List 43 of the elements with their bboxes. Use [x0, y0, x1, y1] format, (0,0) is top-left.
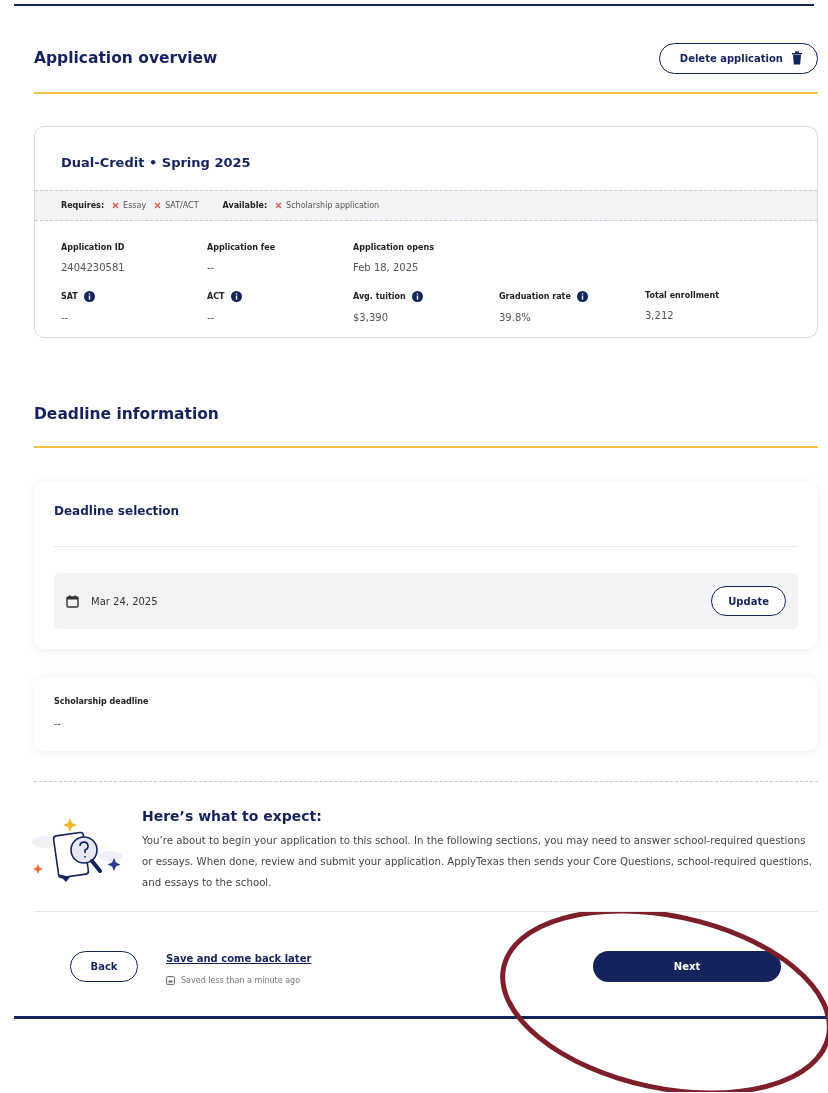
available-label: Available: — [222, 201, 268, 210]
delete-application-button[interactable]: Delete application — [658, 42, 818, 74]
requirement-text: SAT/ACT — [165, 201, 199, 210]
fact-value: 3,212 — [645, 310, 675, 321]
fact-label: Avg. tuition — [353, 292, 406, 301]
fact-value: -- — [207, 312, 216, 323]
fact-value: 39.8% — [499, 312, 532, 323]
next-button[interactable]: Next — [593, 950, 781, 982]
scholarship-label: Scholarship deadline — [54, 697, 150, 706]
fact-label: Application fee — [207, 243, 276, 252]
fact-label: SAT — [61, 292, 78, 301]
info-icon[interactable] — [83, 291, 95, 302]
fact-value: $3,390 — [353, 312, 389, 323]
fact-label: Application opens — [353, 243, 434, 252]
info-paragraph: You’re about to begin your application to this school. In the following sections, you may need to answer school-required questions or essays. When done, review and submit your application. ApplyTexas then sends your Core Questions, school-required questions, and essays to the school. — [142, 834, 814, 890]
deadline-date: Mar 24, 2025 — [91, 595, 159, 607]
fact-value: -- — [61, 312, 70, 323]
requirement-text: Essay — [123, 201, 147, 210]
section-title: Deadline information — [34, 405, 219, 423]
info-icon[interactable] — [411, 291, 423, 302]
section-title: Application overview — [34, 49, 218, 67]
saved-status: Saved less than a minute ago — [181, 976, 301, 985]
save-link[interactable]: Save and come back later — [166, 953, 312, 964]
fact-value: Feb 18, 2025 — [353, 262, 420, 273]
fact-label: Total enrollment — [645, 291, 719, 300]
scholarship-value: -- — [54, 718, 63, 729]
available-text: Scholarship application — [286, 201, 380, 210]
info-icon[interactable] — [230, 291, 242, 302]
info-heading: Here’s what to expect: — [142, 808, 323, 824]
card-title: Deadline selection — [54, 504, 181, 518]
fact-value: -- — [207, 262, 216, 273]
calendar-icon — [66, 594, 79, 608]
back-button[interactable]: Back — [70, 950, 138, 982]
fact-value: 2404230581 — [61, 262, 126, 273]
save-icon — [166, 976, 175, 985]
update-button[interactable]: Update — [711, 586, 786, 616]
fact-label: Application ID — [61, 243, 125, 252]
fact-label: Graduation rate — [499, 292, 571, 301]
trash-icon — [791, 51, 803, 65]
card-title: Dual-Credit • Spring 2025 — [60, 154, 252, 172]
fact-label: ACT — [207, 292, 225, 301]
info-icon[interactable] — [576, 291, 588, 302]
requires-label: Requires: — [61, 201, 105, 210]
